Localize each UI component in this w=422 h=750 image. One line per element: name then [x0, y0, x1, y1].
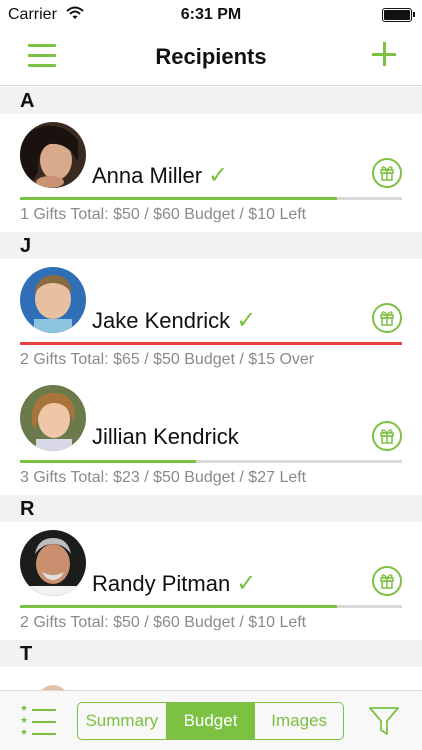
budget-progress-bar	[20, 197, 402, 200]
avatar	[20, 122, 86, 188]
budget-summary: 2 Gifts Total: $50 / $60 Budget / $10 Le…	[20, 614, 307, 631]
section-header: A	[0, 87, 422, 114]
battery-icon	[382, 8, 415, 22]
recipient-row[interactable]: Jillian Kendrick 3 Gifts Total: $23 / $5…	[0, 377, 422, 495]
status-bar: Carrier 6:31 PM	[0, 0, 422, 30]
budget-progress-fill	[20, 460, 196, 463]
segment-images[interactable]: Images	[255, 703, 343, 739]
budget-progress-bar	[20, 605, 402, 608]
checkmark-icon: ✓	[236, 569, 257, 597]
recipient-name: Jake Kendrick	[92, 308, 231, 333]
checkmark-icon: ✓	[236, 306, 257, 334]
gift-icon[interactable]	[372, 303, 402, 333]
segment-summary[interactable]: Summary	[78, 703, 167, 739]
budget-progress-fill	[20, 342, 402, 345]
avatar	[20, 530, 86, 596]
view-segmented-control[interactable]: Summary Budget Images	[77, 702, 344, 740]
navigation-bar: Recipients	[0, 30, 422, 86]
clock: 6:31 PM	[180, 6, 242, 23]
page-title: Recipients	[155, 44, 267, 69]
recipient-row[interactable]	[0, 667, 422, 690]
starred-list-icon[interactable]: ★ ★ ★	[20, 703, 56, 738]
gift-icon[interactable]	[372, 566, 402, 596]
avatar	[20, 385, 86, 451]
filter-icon[interactable]	[368, 705, 400, 737]
segment-budget[interactable]: Budget	[166, 703, 256, 739]
avatar	[20, 267, 86, 333]
budget-progress-bar	[20, 342, 402, 345]
recipient-list[interactable]: A Anna Miller✓ 1 Gifts Total: $50 / $60	[0, 87, 422, 690]
add-recipient-button[interactable]	[372, 42, 396, 66]
checkmark-icon: ✓	[208, 161, 229, 189]
budget-summary: 1 Gifts Total: $50 / $60 Budget / $10 Le…	[20, 206, 307, 223]
budget-progress-fill	[20, 197, 338, 200]
recipient-row[interactable]: Anna Miller ✓ 1 Gifts Total: $50 / $60 Bu…	[0, 114, 422, 232]
section-header: J	[0, 232, 422, 259]
gift-icon[interactable]	[372, 158, 402, 188]
avatar	[20, 673, 86, 690]
recipient-name: Randy Pitman	[92, 571, 231, 596]
budget-summary: 2 Gifts Total: $65 / $50 Budget / $15 Ov…	[20, 351, 315, 368]
budget-summary: 3 Gifts Total: $23 / $50 Budget / $27 Le…	[20, 469, 307, 486]
recipient-name: Anna Miller	[92, 163, 203, 188]
bottom-toolbar: ★ ★ ★ Summary Budget Images	[0, 690, 422, 750]
recipient-row[interactable]: Jake Kendrick ✓ 2 Gifts Total: $65 / $50 …	[0, 259, 422, 377]
section-header: R	[0, 495, 422, 522]
recipient-name: Jillian Kendrick	[92, 424, 239, 449]
section-header: T	[0, 640, 422, 667]
gift-icon[interactable]	[372, 421, 402, 451]
budget-progress-fill	[20, 605, 338, 608]
budget-progress-bar	[20, 460, 402, 463]
recipient-row[interactable]: Randy Pitman ✓ 2 Gifts Total: $50 / $60 B…	[0, 522, 422, 640]
